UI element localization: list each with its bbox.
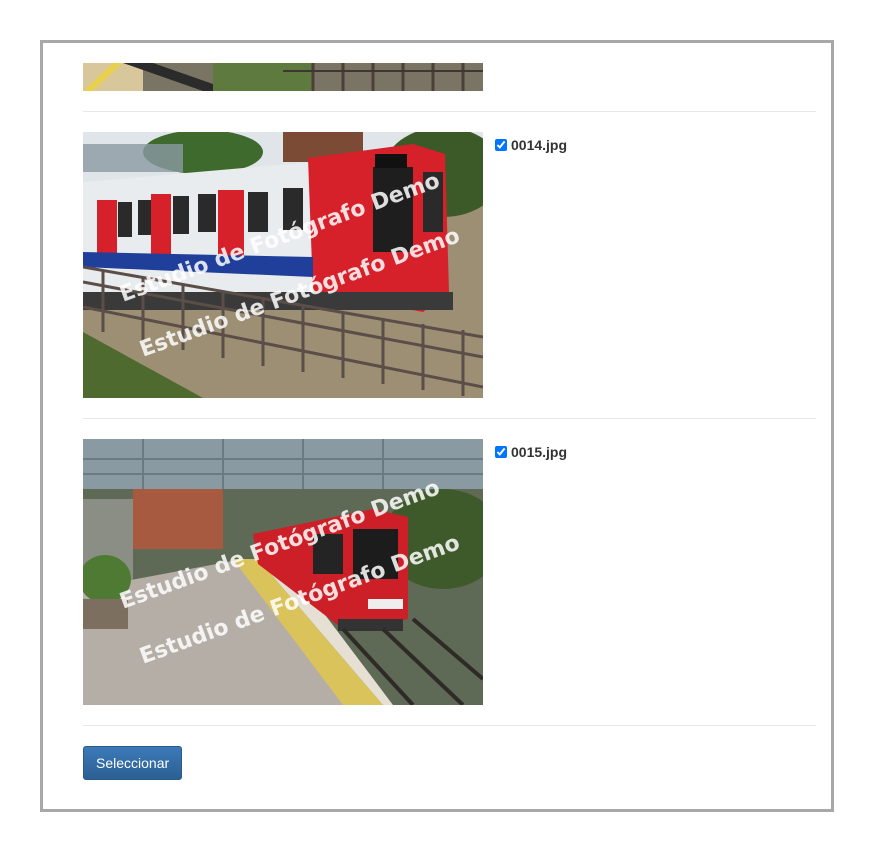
filename-0014: 0014.jpg (511, 137, 568, 153)
row-divider (83, 111, 816, 112)
row-divider (83, 725, 816, 726)
photo-thumbnail-0015[interactable]: Estudio de Fotógrafo Demo Estudio de Fot… (83, 439, 483, 705)
select-button[interactable]: Seleccionar (83, 746, 183, 780)
file-checkbox-0014[interactable] (495, 139, 507, 151)
filename-0015: 0015.jpg (511, 444, 568, 460)
photo-thumbnail-partial (83, 63, 483, 91)
file-checkbox-label-0015[interactable]: 0015.jpg (495, 444, 567, 460)
row-divider (83, 418, 816, 419)
file-checkbox-label-0014[interactable]: 0014.jpg (495, 137, 567, 153)
image-selection-panel: Estudio de Fotógrafo Demo Estudio de Fot… (40, 40, 834, 812)
photo-thumbnail-0014[interactable]: Estudio de Fotógrafo Demo Estudio de Fot… (83, 132, 483, 398)
file-checkbox-0015[interactable] (495, 446, 507, 458)
